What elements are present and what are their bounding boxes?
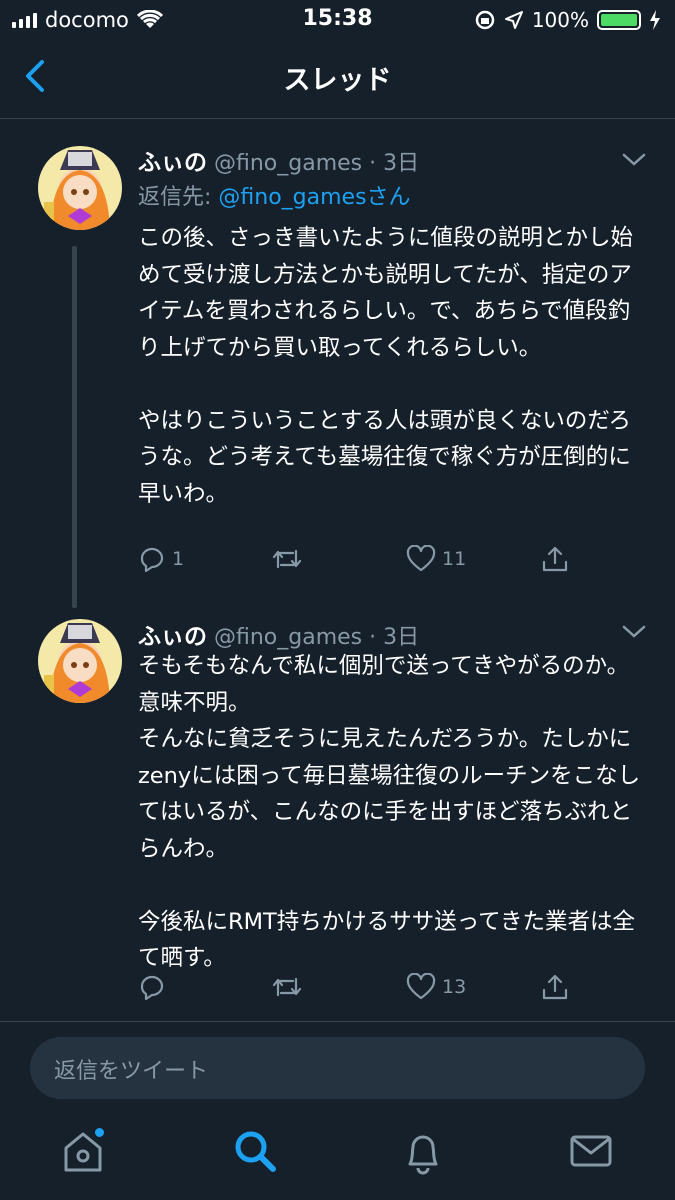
battery-percent: 100%	[531, 8, 589, 32]
reply-placeholder: 返信をツイート	[54, 1059, 209, 1084]
share-button[interactable]	[541, 973, 569, 1001]
tweet-actions: 13	[138, 973, 598, 1009]
notifications-icon[interactable]	[398, 1126, 448, 1176]
share-icon	[542, 546, 568, 572]
like-count: 13	[442, 976, 467, 998]
heart-icon	[406, 973, 436, 1000]
thread-connector	[72, 246, 77, 608]
search-icon[interactable]	[230, 1126, 280, 1176]
user-handle[interactable]: @fino_games	[214, 151, 362, 176]
reply-icon	[140, 547, 164, 573]
tweet-actions: 1 11	[138, 545, 598, 581]
tweet-header: ふぃの @fino_games · 3日	[138, 617, 419, 651]
reply-icon	[140, 975, 164, 1001]
share-button[interactable]	[541, 545, 569, 573]
orientation-lock-icon	[475, 10, 495, 30]
retweet-icon	[272, 549, 302, 569]
chevron-down-icon[interactable]	[621, 152, 647, 168]
like-count: 11	[442, 548, 467, 570]
status-bar: docomo 15:38 100%	[0, 0, 675, 40]
tweet-header: ふぃの @fino_games · 3日	[138, 143, 419, 177]
avatar[interactable]	[38, 619, 122, 703]
tab-bar	[0, 1110, 675, 1200]
retweet-button[interactable]	[271, 545, 309, 573]
chevron-down-icon[interactable]	[621, 624, 647, 640]
location-icon	[504, 11, 523, 29]
mention-link[interactable]: @fino_games	[218, 185, 366, 210]
heart-icon	[406, 545, 436, 572]
avatar[interactable]	[38, 146, 122, 230]
tweet-text: そもそもなんで私に個別で送ってきやがるのか。意味不明。 そんなに貧乏そうに見えた…	[138, 653, 641, 971]
tweet-text: この後、さっき書いたように値段の説明とかし始めて受け渡し方法とかも説明してたが、…	[138, 225, 634, 507]
reply-button[interactable]	[138, 973, 172, 1001]
display-name[interactable]: ふぃの	[138, 624, 207, 650]
replying-to: 返信先: @fino_gamesさん	[138, 185, 411, 210]
navigation-bar: スレッド	[0, 40, 675, 119]
charging-icon	[650, 10, 660, 30]
tweet-1[interactable]: ふぃの @fino_games · 3日 返信先: @fino_gamesさん …	[0, 119, 675, 619]
display-name[interactable]: ふぃの	[138, 150, 207, 176]
page-title: スレッド	[283, 65, 392, 96]
messages-icon[interactable]	[566, 1126, 616, 1176]
user-handle[interactable]: @fino_games	[214, 625, 362, 650]
retweet-button[interactable]	[271, 973, 309, 1001]
reply-count: 1	[172, 548, 185, 570]
retweet-icon	[272, 977, 302, 997]
tweet-time: · 3日	[369, 151, 420, 176]
tweet-time: · 3日	[369, 625, 420, 650]
tweet-2[interactable]: ふぃの @fino_games · 3日 そもそもなんで私に個別で送ってきやがる…	[0, 595, 675, 1020]
divider	[0, 1021, 675, 1022]
like-button[interactable]: 11	[406, 545, 466, 573]
reply-button[interactable]: 1	[138, 545, 184, 573]
like-button[interactable]: 13	[406, 973, 466, 1001]
notification-dot	[95, 1128, 104, 1137]
share-icon	[542, 974, 568, 1000]
reply-input[interactable]: 返信をツイート	[30, 1037, 645, 1099]
battery-icon	[597, 10, 641, 30]
